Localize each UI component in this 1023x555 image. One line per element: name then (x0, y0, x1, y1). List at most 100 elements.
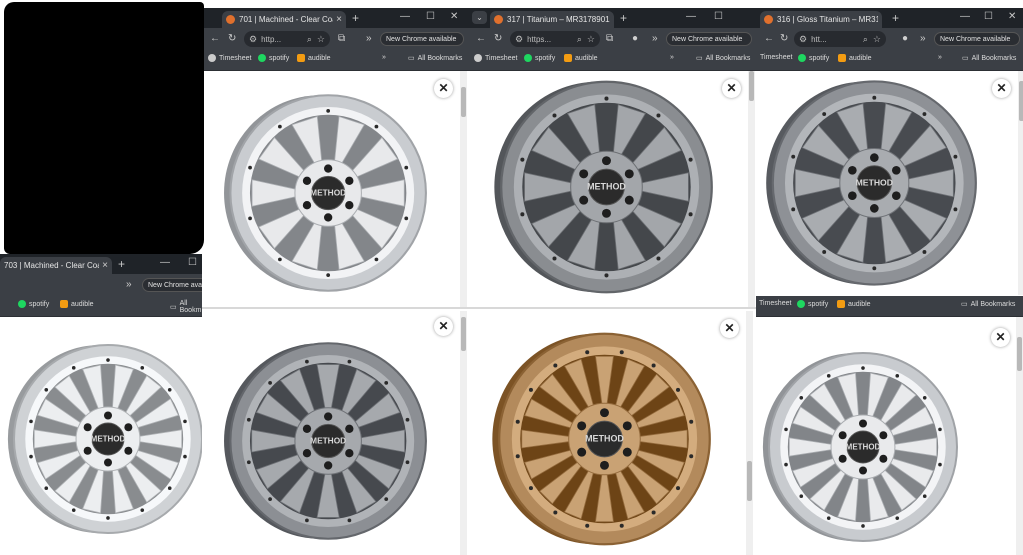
toolbar: » New Chrome availa (0, 274, 210, 296)
close-window-icon[interactable]: ✕ (450, 10, 458, 24)
update-chrome-chip[interactable]: New Chrome available (666, 32, 752, 46)
wheel-rivet (553, 510, 558, 515)
all-bookmarks[interactable]: ▭ All Bookmarks (696, 54, 750, 63)
scrollbar[interactable] (460, 71, 467, 307)
wheel-image-316: METHOD (766, 80, 977, 286)
minimize-icon[interactable]: — (400, 10, 410, 24)
zoom-icon[interactable]: ⌕ (863, 34, 868, 45)
new-tab-icon[interactable]: + (352, 11, 359, 25)
all-bookmarks[interactable]: ▭ All Bookmarks (961, 300, 1015, 309)
profile-icon[interactable]: ● (902, 32, 908, 46)
close-tab-icon[interactable]: × (102, 260, 108, 271)
site-info-icon[interactable]: ⚙ (799, 34, 807, 45)
tab-title: 317 | Titanium – MR317890168 (507, 15, 610, 24)
reload-icon[interactable]: ↻ (780, 32, 788, 46)
bookmark-star-icon[interactable]: ☆ (873, 34, 881, 45)
bookmark-spotify[interactable]: spotify (18, 300, 49, 308)
tab-703[interactable]: 703 | Machined - Clear Coat - M × (0, 257, 112, 274)
reload-icon[interactable]: ↻ (494, 32, 502, 46)
tab-317[interactable]: 317 | Titanium – MR317890168 (490, 11, 614, 28)
wheel-rivet (528, 486, 533, 491)
bookmark-audible[interactable]: audible (837, 300, 871, 308)
address-bar[interactable]: ⚙ htt... ⌕ ☆ (794, 31, 886, 47)
tab-701[interactable]: 701 | Machined - Clear Coat - M × (222, 11, 346, 28)
close-tab-icon[interactable]: × (336, 14, 342, 25)
back-icon[interactable]: ← (476, 32, 486, 46)
tab-search-icon[interactable]: ⌄ (472, 11, 487, 24)
bookmark-timesheet[interactable]: Timesheet (759, 300, 791, 307)
reload-icon[interactable]: ↻ (228, 32, 236, 46)
tab-title: 703 | Machined - Clear Coat - M (4, 261, 99, 270)
new-tab-icon[interactable]: + (118, 257, 125, 271)
maximize-icon[interactable]: ☐ (714, 10, 723, 24)
close-icon[interactable]: ✕ (434, 79, 453, 98)
chevron-double-right-icon[interactable]: » (366, 32, 372, 46)
update-chrome-chip[interactable]: New Chrome availa (142, 278, 210, 292)
bookmark-spotify[interactable]: spotify (524, 54, 555, 62)
bookmark-timesheet[interactable]: Timesheet (760, 54, 792, 61)
update-chrome-chip[interactable]: New Chrome available (934, 32, 1020, 46)
wheel-rivet (604, 273, 609, 278)
wheel-rivet (71, 366, 76, 370)
wheel-rivet (585, 523, 590, 528)
close-icon[interactable]: ✕ (991, 328, 1010, 347)
address-bar[interactable]: ⚙ https... ⌕ ☆ (510, 31, 600, 47)
wheel-rivet (268, 381, 272, 385)
chevron-double-right-icon[interactable]: » (920, 32, 926, 46)
bookmarks-overflow-icon[interactable]: » (938, 54, 942, 61)
bookmark-audible[interactable]: audible (564, 54, 598, 62)
new-tab-icon[interactable]: + (892, 11, 899, 25)
bookmark-spotify[interactable]: spotify (798, 54, 829, 62)
bookmark-audible[interactable]: audible (838, 54, 872, 62)
bookmark-timesheet[interactable]: Timesheet (474, 54, 517, 62)
browser-window-316: 316 | Gloss Titanium – MR3168 + — ☐ ✕ ← … (756, 8, 1023, 296)
new-tab-icon[interactable]: + (620, 11, 627, 25)
browser-window-701: 701 | Machined - Clear Coat - M × + — ☐ … (202, 8, 468, 555)
bookmarks-overflow-icon[interactable]: » (382, 54, 386, 61)
all-bookmarks[interactable]: ▭ All Bookmarks (408, 54, 462, 63)
zoom-icon[interactable]: ⌕ (307, 34, 312, 45)
bookmark-star-icon[interactable]: ☆ (317, 34, 325, 45)
close-window-icon[interactable]: ✕ (1008, 10, 1016, 24)
maximize-icon[interactable]: ☐ (984, 10, 993, 24)
scrollbar[interactable] (746, 311, 753, 555)
back-icon[interactable]: ← (764, 32, 774, 46)
maximize-icon[interactable]: ☐ (188, 256, 197, 270)
minimize-icon[interactable]: — (960, 10, 970, 24)
bookmark-star-icon[interactable]: ☆ (587, 34, 595, 45)
bookmarks-overflow-icon[interactable]: » (670, 54, 674, 61)
close-icon[interactable]: ✕ (434, 317, 453, 336)
bookmark-timesheet[interactable]: Timesheet (208, 54, 251, 62)
site-info-icon[interactable]: ⚙ (249, 34, 257, 45)
chevron-double-right-icon[interactable]: » (652, 32, 658, 46)
chevron-double-right-icon[interactable]: » (126, 278, 132, 292)
scrollbar[interactable] (460, 311, 467, 555)
profile-icon[interactable]: ● (632, 32, 638, 46)
close-icon[interactable]: ✕ (992, 79, 1011, 98)
minimize-icon[interactable]: — (686, 10, 696, 24)
tab-316[interactable]: 316 | Gloss Titanium – MR3168 (760, 11, 882, 28)
close-icon[interactable]: ✕ (720, 319, 739, 338)
extensions-icon[interactable]: ⧉ (338, 32, 345, 46)
minimize-icon[interactable]: — (160, 256, 170, 270)
bookmark-spotify[interactable]: spotify (797, 300, 828, 308)
bookmark-label: audible (71, 300, 94, 308)
scrollbar[interactable] (1016, 317, 1023, 555)
tab-strip: ⌄ 317 | Titanium – MR317890168 + — ☐ (468, 8, 756, 28)
method-favicon-icon (226, 15, 235, 24)
bookmark-audible[interactable]: audible (60, 300, 94, 308)
back-icon[interactable]: ← (210, 32, 220, 46)
scrollbar[interactable] (1018, 71, 1023, 295)
site-info-icon[interactable]: ⚙ (515, 34, 523, 45)
bookmark-audible[interactable]: audible (297, 54, 331, 62)
scrollbar[interactable] (748, 71, 755, 307)
maximize-icon[interactable]: ☐ (426, 10, 435, 24)
extensions-icon[interactable]: ⧉ (606, 32, 613, 46)
all-bookmarks[interactable]: ▭ All Bookmarks (962, 54, 1016, 63)
lug-nut (859, 419, 867, 428)
bookmark-spotify[interactable]: spotify (258, 54, 289, 62)
address-bar[interactable]: ⚙ http... ⌕ ☆ (244, 31, 330, 47)
zoom-icon[interactable]: ⌕ (577, 34, 582, 45)
update-chrome-chip[interactable]: New Chrome available (380, 32, 464, 46)
close-icon[interactable]: ✕ (722, 79, 741, 98)
